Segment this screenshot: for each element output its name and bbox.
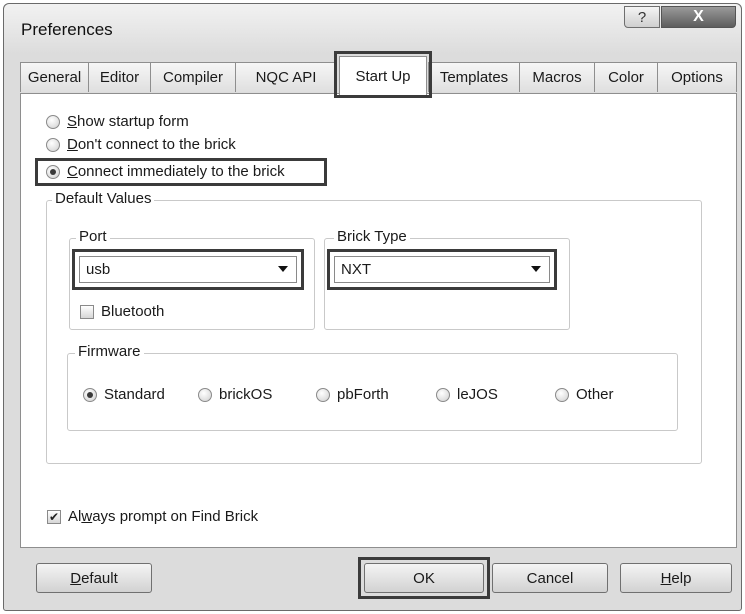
tab-general[interactable]: General [20,62,89,92]
cancel-button[interactable]: Cancel [492,563,608,593]
port-label: Port [76,228,110,245]
firmware-radio-lejos[interactable]: leJOS [436,386,498,403]
tab-label: Start Up [355,67,411,85]
tab-color[interactable]: Color [594,62,658,92]
close-icon: X [693,8,704,25]
radio-button[interactable] [316,387,330,402]
help-title-button[interactable]: ? [624,6,660,28]
radio-dont-connect[interactable]: Don't connect to the brick [46,136,236,153]
brick-type-select[interactable]: NXT [334,256,550,283]
firmware-radio-other[interactable]: Other [555,386,614,403]
firmware-radio-standard[interactable]: Standard [83,386,165,403]
radio-label: Connect immediately to the brick [67,163,285,180]
radio-label: Don't connect to the brick [67,136,236,153]
bluetooth-checkbox-row[interactable]: Bluetooth [80,303,164,320]
always-prompt-label: Always prompt on Find Brick [68,508,259,525]
firmware-label: Firmware [75,343,144,360]
tab-label: Templates [439,69,509,86]
tab-macros[interactable]: Macros [519,62,595,92]
tab-start-up[interactable]: Start Up [339,56,427,96]
radio-button[interactable] [46,114,60,129]
radio-button[interactable] [555,387,569,402]
button-label: OK [413,569,435,587]
bluetooth-label: Bluetooth [101,303,165,320]
radio-button-selected[interactable] [83,387,97,402]
radio-show-startup-form[interactable]: Show startup form [46,113,189,130]
brick-type-label: Brick Type [334,228,410,245]
tab-label: Macros [532,69,582,86]
radio-label: leJOS [457,386,498,403]
chevron-down-icon[interactable] [531,266,541,272]
tab-label: Editor [99,69,140,86]
radio-label: Standard [104,386,165,403]
default-values-label: Default Values [52,190,155,207]
help-button[interactable]: Help [620,563,732,593]
tab-label: General [27,69,82,86]
radio-button[interactable] [198,387,212,402]
always-prompt-row[interactable]: ✔ Always prompt on Find Brick [47,508,258,525]
title-bar: Preferences ? X [4,4,741,54]
radio-button[interactable] [436,387,450,402]
close-button[interactable]: X [661,6,736,28]
radio-label: Other [576,386,614,403]
radio-label: pbForth [337,386,389,403]
firmware-radio-pbforth[interactable]: pbForth [316,386,389,403]
ok-button[interactable]: OK [364,563,484,593]
tab-templates[interactable]: Templates [428,62,520,92]
tab-compiler[interactable]: Compiler [150,62,236,92]
tab-label: Compiler [162,69,223,86]
default-button[interactable]: Default [36,563,152,593]
port-value: usb [86,261,111,278]
button-label: Default [70,569,118,587]
bluetooth-checkbox[interactable] [80,304,94,319]
firmware-radio-brickos[interactable]: brickOS [198,386,272,403]
checkmark-icon: ✔ [48,509,60,524]
port-select[interactable]: usb [79,256,297,283]
question-mark-icon: ? [637,8,647,26]
brick-type-value: NXT [341,261,371,278]
radio-label: Show startup form [67,113,189,130]
window-title: Preferences [21,20,113,39]
radio-connect-immediately[interactable]: Connect immediately to the brick [46,163,285,180]
radio-button[interactable] [46,137,60,152]
tab-label: Color [608,69,644,86]
button-label: Cancel [526,569,574,587]
chevron-down-icon[interactable] [278,266,288,272]
brick-type-group [324,238,570,330]
tab-options[interactable]: Options [657,62,737,92]
button-label: Help [660,569,692,587]
radio-label: brickOS [219,386,273,403]
tab-label: NQC API [255,69,317,86]
tab-label: Options [671,69,723,86]
tab-editor[interactable]: Editor [88,62,151,92]
radio-button-selected[interactable] [46,164,60,179]
tab-nqc-api[interactable]: NQC API [235,62,337,92]
always-prompt-checkbox[interactable]: ✔ [47,509,61,524]
